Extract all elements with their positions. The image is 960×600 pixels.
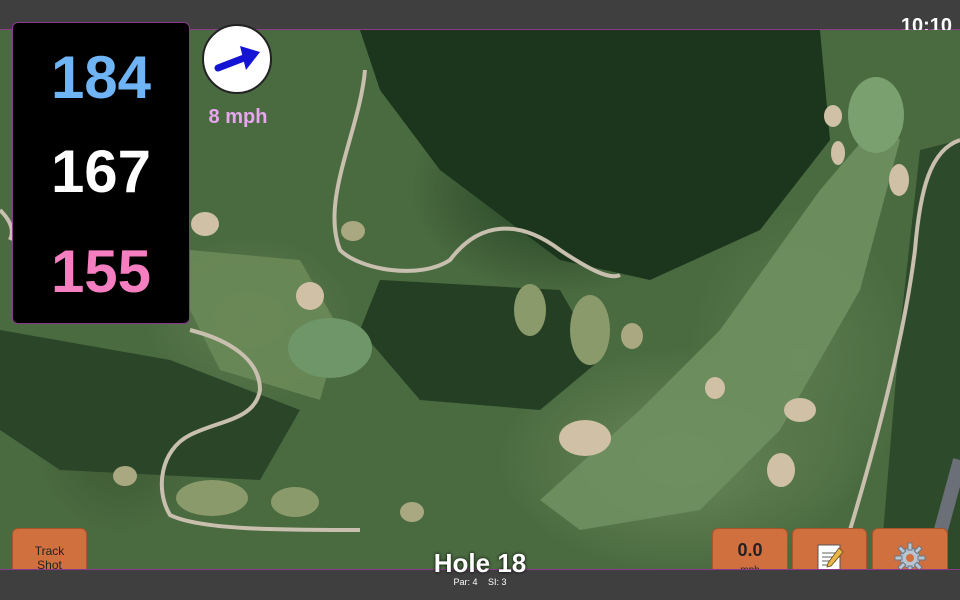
hole-stroke-index: SI: 3 <box>488 577 507 587</box>
hole-info: Par: 4 SI: 3 <box>380 577 580 587</box>
bunker <box>705 377 725 399</box>
track-shot-label: Track Shot <box>34 543 65 572</box>
cart-path <box>0 208 14 241</box>
bunker <box>559 420 611 456</box>
wind-value: 0.0 <box>737 539 763 560</box>
bunker <box>784 398 816 422</box>
bunker <box>824 105 842 127</box>
bunker <box>621 323 643 349</box>
green <box>176 480 248 516</box>
distance-panel: 184 167 155 <box>12 22 190 324</box>
bunker <box>767 453 795 487</box>
bunker <box>191 212 219 236</box>
bunker <box>341 221 365 241</box>
bunker <box>113 466 137 486</box>
bunker <box>831 141 845 165</box>
wind-arrow-icon <box>214 46 260 72</box>
woodland <box>360 30 830 280</box>
green <box>271 487 319 517</box>
bunker <box>296 282 324 310</box>
front-distance: 155 <box>50 238 152 305</box>
middle-distance: 167 <box>50 138 152 205</box>
green <box>570 295 610 365</box>
back-distance: 184 <box>50 44 152 111</box>
green <box>288 318 372 378</box>
green <box>514 284 546 336</box>
hole-par: Par: 4 <box>453 577 478 587</box>
wind-direction-indicator <box>202 24 272 94</box>
green <box>848 77 904 153</box>
woodland <box>360 280 600 410</box>
hole-title: Hole 18 <box>433 548 527 578</box>
bunker <box>889 164 909 196</box>
bunker <box>400 502 424 522</box>
wind-speed-label: 8 mph <box>208 106 268 128</box>
